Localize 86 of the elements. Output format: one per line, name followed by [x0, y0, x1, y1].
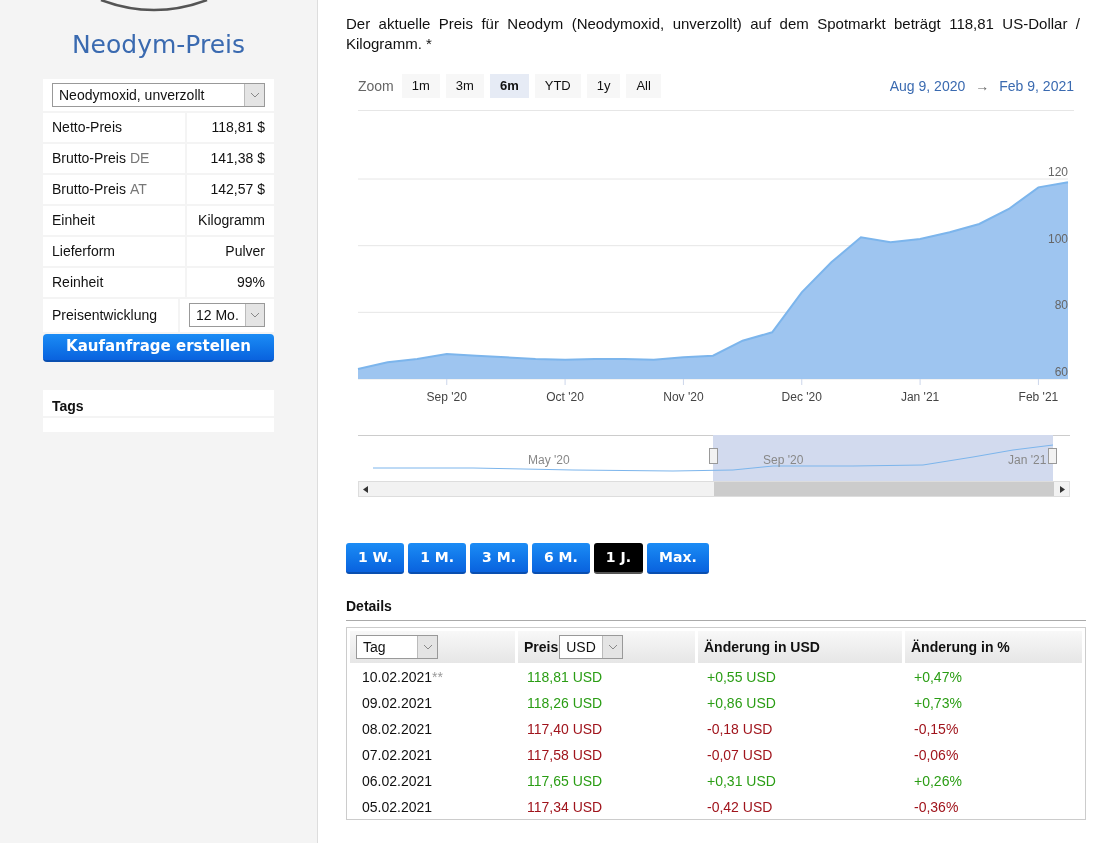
- x-axis-label: Dec '20: [781, 390, 822, 404]
- navigator-label: Jan '21: [1008, 452, 1047, 469]
- zoom-button[interactable]: 3m: [445, 74, 484, 98]
- price-cell-text: 117,34 USD: [526, 798, 604, 817]
- day-select[interactable]: Tag: [356, 635, 438, 659]
- change-cell-text: -0,18 USD: [706, 720, 774, 739]
- navigator-label: May '20: [528, 452, 570, 469]
- property-value: 141,38 $: [187, 143, 274, 173]
- navigator-selection[interactable]: [713, 435, 1053, 481]
- price-cell-text: 117,40 USD: [526, 720, 604, 739]
- property-label: Brutto-Preis DE: [43, 143, 185, 173]
- x-axis-label: Nov '20: [663, 390, 704, 404]
- intro-paragraph: Der aktuelle Preis für Neodym (Neodymoxid, unverzollt) auf dem Spotmarkt beträgt 118,81 US-Dollar / Kilogramm. *: [346, 14, 1080, 54]
- date-cell-text: 09.02.2021: [361, 694, 434, 713]
- x-axis-label: Feb '21: [1018, 390, 1059, 404]
- period-select[interactable]: 12 Mo.: [189, 303, 265, 327]
- range-button[interactable]: 1 J.: [593, 543, 643, 574]
- change-cell-text: +0,86 USD: [706, 694, 777, 713]
- request-button[interactable]: Kaufanfrage erstellen: [43, 333, 274, 362]
- date-cell-text: 05.02.2021: [361, 798, 434, 817]
- date-cell-text: 07.02.2021: [361, 746, 434, 765]
- x-axis-label: Sep '20: [426, 390, 467, 404]
- x-axis-label: Oct '20: [546, 390, 584, 404]
- scrollbar-thumb[interactable]: [714, 482, 1054, 496]
- zoom-button[interactable]: 1m: [401, 74, 440, 98]
- range-start[interactable]: Aug 9, 2020: [889, 75, 966, 97]
- tags-heading: Tags: [43, 389, 274, 418]
- column-header: Änderung in USD: [698, 631, 902, 663]
- property-label: Brutto-Preis AT: [43, 174, 185, 204]
- range-button[interactable]: 1 M.: [408, 543, 467, 574]
- price-cell-text: 118,81 USD: [526, 668, 604, 687]
- column-header: Änderung in %: [905, 631, 1082, 663]
- property-label: Lieferform: [43, 236, 185, 266]
- price-cell-text: 117,65 USD: [526, 772, 604, 791]
- product-select[interactable]: Neodymoxid, unverzollt: [52, 82, 265, 107]
- property-label: Reinheit: [43, 267, 185, 297]
- zoom-button[interactable]: YTD: [534, 74, 581, 98]
- property-value: 118,81 $: [187, 112, 274, 142]
- property-value: Kilogramm: [187, 205, 274, 235]
- property-value: 142,57 $: [187, 174, 274, 204]
- logo-arc-icon: [98, 0, 209, 12]
- currency-select[interactable]: USD: [559, 635, 624, 659]
- y-axis-label: 120: [1047, 165, 1068, 179]
- scrollbar[interactable]: [358, 481, 1070, 497]
- x-axis-label: Jan '21: [900, 390, 940, 404]
- property-label: Einheit: [43, 205, 185, 235]
- price-cell-text: 117,58 USD: [526, 746, 604, 765]
- price-cell-text: 118,26 USD: [526, 694, 604, 713]
- property-label: Preisentwicklung: [43, 298, 178, 332]
- change-cell-text: +0,31 USD: [706, 772, 777, 791]
- percent-cell-text: +0,73%: [913, 694, 963, 713]
- date-cell-text: 08.02.2021: [361, 720, 434, 739]
- property-value: 99%: [187, 267, 274, 297]
- date-cell-text: 06.02.2021: [361, 772, 434, 791]
- page-title: Neodym-Preis: [70, 29, 247, 61]
- change-cell-text: -0,07 USD: [706, 746, 774, 765]
- navigator-label: Sep '20: [763, 452, 804, 469]
- change-cell-text: +0,55 USD: [706, 668, 777, 687]
- zoom-label: Zoom: [358, 76, 394, 96]
- navigator-handle-icon[interactable]: [709, 448, 718, 464]
- range-button[interactable]: 1 W.: [346, 543, 405, 574]
- range-button[interactable]: 6 M.: [532, 543, 590, 574]
- zoom-button[interactable]: 6m: [489, 74, 529, 98]
- y-axis-label: 80: [1054, 298, 1068, 313]
- details-heading: Details: [346, 596, 1086, 621]
- property-label: Netto-Preis: [43, 112, 185, 142]
- percent-cell-text: +0,47%: [913, 668, 963, 687]
- percent-cell-text: +0,26%: [913, 772, 963, 791]
- percent-cell-text: -0,15%: [913, 720, 960, 739]
- percent-cell-text: -0,36%: [913, 798, 960, 817]
- scroll-left-icon[interactable]: [363, 486, 368, 493]
- range-button[interactable]: Max.: [647, 543, 709, 574]
- navigator-handle-icon[interactable]: [1048, 448, 1057, 464]
- range-arrow: →: [975, 76, 990, 96]
- range-button[interactable]: 3 M.: [470, 543, 528, 574]
- zoom-button[interactable]: All: [626, 74, 661, 98]
- y-axis-label: 60: [1054, 365, 1068, 379]
- percent-cell-text: -0,06%: [913, 746, 960, 765]
- date-cell-text: 10.02.2021**: [361, 668, 444, 687]
- scroll-right-icon[interactable]: [1060, 486, 1065, 493]
- range-end[interactable]: Feb 9, 2021: [999, 75, 1074, 97]
- property-value: Pulver: [187, 236, 274, 266]
- zoom-button[interactable]: 1y: [586, 74, 621, 98]
- y-axis-label: 100: [1047, 231, 1068, 246]
- price-column-label: Preis: [524, 637, 559, 657]
- change-cell-text: -0,42 USD: [706, 798, 774, 817]
